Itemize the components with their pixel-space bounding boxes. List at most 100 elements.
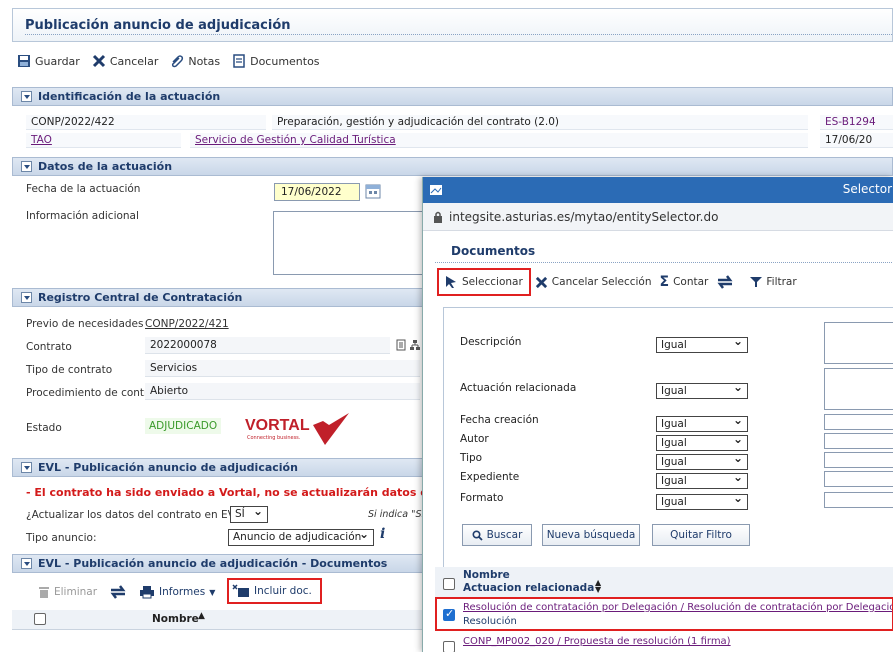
filter-value-fecha[interactable] [824,414,893,430]
info-textarea[interactable] [273,211,423,275]
collapse-toggle-icon[interactable] [21,292,32,303]
sort-icon[interactable]: ▲ ▼ [595,579,601,594]
collapse-toggle-icon[interactable] [21,558,32,569]
filter-value-autor[interactable] [824,433,893,449]
results-header: Nombre Actuacion relacionada ▲ ▼ [435,567,893,599]
filter-label: Filtrar [766,276,797,288]
paperclip-icon [172,55,184,68]
refresh-icon[interactable] [716,274,734,290]
filter-op-autor[interactable]: Igual [656,432,748,451]
table-row[interactable]: CONP_MP002_020 / Propuesta de resolución… [435,635,893,652]
documents-button[interactable]: Documentos [229,54,322,68]
actualizar-label: ¿Actualizar los datos del contrato en EV… [26,509,250,521]
vortal-logo: VORTAL Connecting business. [243,407,351,447]
filter-op-expediente[interactable]: Igual [656,470,748,489]
vortal-mark-icon [313,413,349,445]
delete-label: Eliminar [54,586,98,598]
notes-button[interactable]: Notas [167,54,223,68]
filter-label-fecha: Fecha creación [460,414,539,426]
filter-value-descripcion[interactable] [824,322,893,364]
col-nombre[interactable]: Nombre [463,569,510,581]
popup-titlebar: Selector [423,177,893,203]
section-identificacion[interactable]: Identificación de la actuación [12,87,893,106]
documents-section-title: Documentos [435,237,893,263]
contrato-value: 2022000078 [145,337,390,354]
sigma-icon: Σ [659,274,670,290]
popup-title: Selector [842,182,892,196]
page-title: Publicación anuncio de adjudicación [25,18,291,33]
actualizar-hint: Si indica "SÍ [368,509,425,520]
actuacion-description: Preparación, gestión y adjudicación del … [272,115,808,130]
filter-op-formato[interactable]: Igual [656,491,748,510]
count-button[interactable]: Σ Contar [660,274,709,290]
filter-op-tipo[interactable]: Igual [656,451,748,470]
info-icon[interactable]: i [380,526,385,542]
service-link[interactable]: Servicio de Gestión y Calidad Turística [190,133,808,148]
collapse-toggle-icon[interactable] [21,462,32,473]
collapse-toggle-icon[interactable] [21,161,32,172]
col-actuacion[interactable]: Actuacion relacionada [463,582,594,594]
row-name[interactable]: CONP_MP002_020 / Propuesta de resolución… [463,636,731,647]
clear-filter-button[interactable]: Quitar Filtro [652,524,750,546]
delete-button[interactable]: Eliminar [38,585,97,599]
previo-link[interactable]: CONP/2022/421 [145,318,229,330]
actuacion-ref: ES-B1294 [820,115,893,130]
select-all-checkbox[interactable] [34,613,46,625]
col-nombre[interactable]: Nombre [152,613,199,625]
fecha-input[interactable]: 17/06/2022 [274,183,360,201]
cancel-selection-button[interactable]: Cancelar Selección [535,276,652,289]
main-toolbar: Guardar Cancelar Notas Documentos [14,50,323,72]
filter-value-tipo[interactable] [824,452,893,468]
save-label: Guardar [35,54,80,68]
section-title: EVL - Publicación anuncio de adjudicació… [38,461,298,474]
popup-body: Documentos Seleccionar Cancelar Selecció… [435,237,893,652]
popup-url: integsite.asturias.es/mytao/entitySelect… [449,209,719,224]
previo-label: Previo de necesidades [26,318,144,330]
calendar-icon[interactable] [365,183,381,199]
tipo-value: Servicios [145,360,420,377]
section-datos[interactable]: Datos de la actuación [12,157,893,176]
save-button[interactable]: Guardar [14,54,83,68]
filter-op-descripcion[interactable]: Igual [656,334,748,353]
reports-button[interactable]: Informes ▼ [139,585,215,599]
proc-value: Abierto [145,383,420,400]
search-icon [472,529,483,541]
info-label: Información adicional [26,210,139,222]
filter-value-expediente[interactable] [824,471,893,487]
close-icon [92,54,105,68]
filter-op-actuacion[interactable]: Igual [656,380,748,399]
tipo-anuncio-select[interactable]: Anuncio de adjudicación [228,527,374,546]
cancel-label: Cancelar [109,54,159,68]
selector-popup: Selector integsite.asturias.es/mytao/ent… [422,177,893,652]
filter-panel: Descripción Igual Actuación relacionada … [443,307,893,573]
hierarchy-icon[interactable] [410,339,420,351]
filter-op-fecha[interactable]: Igual [656,413,748,432]
status-badge: ADJUDICADO [145,418,222,434]
lock-icon [434,211,442,223]
filter-value-formato[interactable] [824,492,893,508]
sort-icon[interactable]: ▲ [198,611,205,621]
funnel-icon [750,277,763,287]
refresh-icon[interactable] [109,584,127,600]
new-search-label: Nueva búsqueda [546,529,636,541]
row-checkbox[interactable] [443,641,455,652]
filter-value-actuacion[interactable] [824,368,893,410]
select-all-checkbox[interactable] [443,578,455,590]
collapse-toggle-icon[interactable] [21,91,32,102]
new-search-button[interactable]: Nueva búsqueda [542,524,640,546]
window-icon [430,185,442,195]
fecha-label: Fecha de la actuación [26,183,141,195]
filter-label-autor: Autor [460,433,489,445]
clear-filter-label: Quitar Filtro [670,529,732,541]
reports-label: Informes [159,586,206,598]
cancel-button[interactable]: Cancelar [89,54,162,68]
actualizar-select[interactable]: SÍ [230,504,268,523]
chevron-down-icon: ▼ [209,587,216,597]
document-icon[interactable] [396,339,406,351]
page-title-bar: Publicación anuncio de adjudicación [12,8,893,42]
unit-link[interactable]: TAO [26,133,181,148]
contrato-label: Contrato [26,341,72,353]
filter-button[interactable]: Filtrar [750,276,797,288]
search-button[interactable]: Buscar [462,524,532,546]
title-divider [25,34,892,35]
